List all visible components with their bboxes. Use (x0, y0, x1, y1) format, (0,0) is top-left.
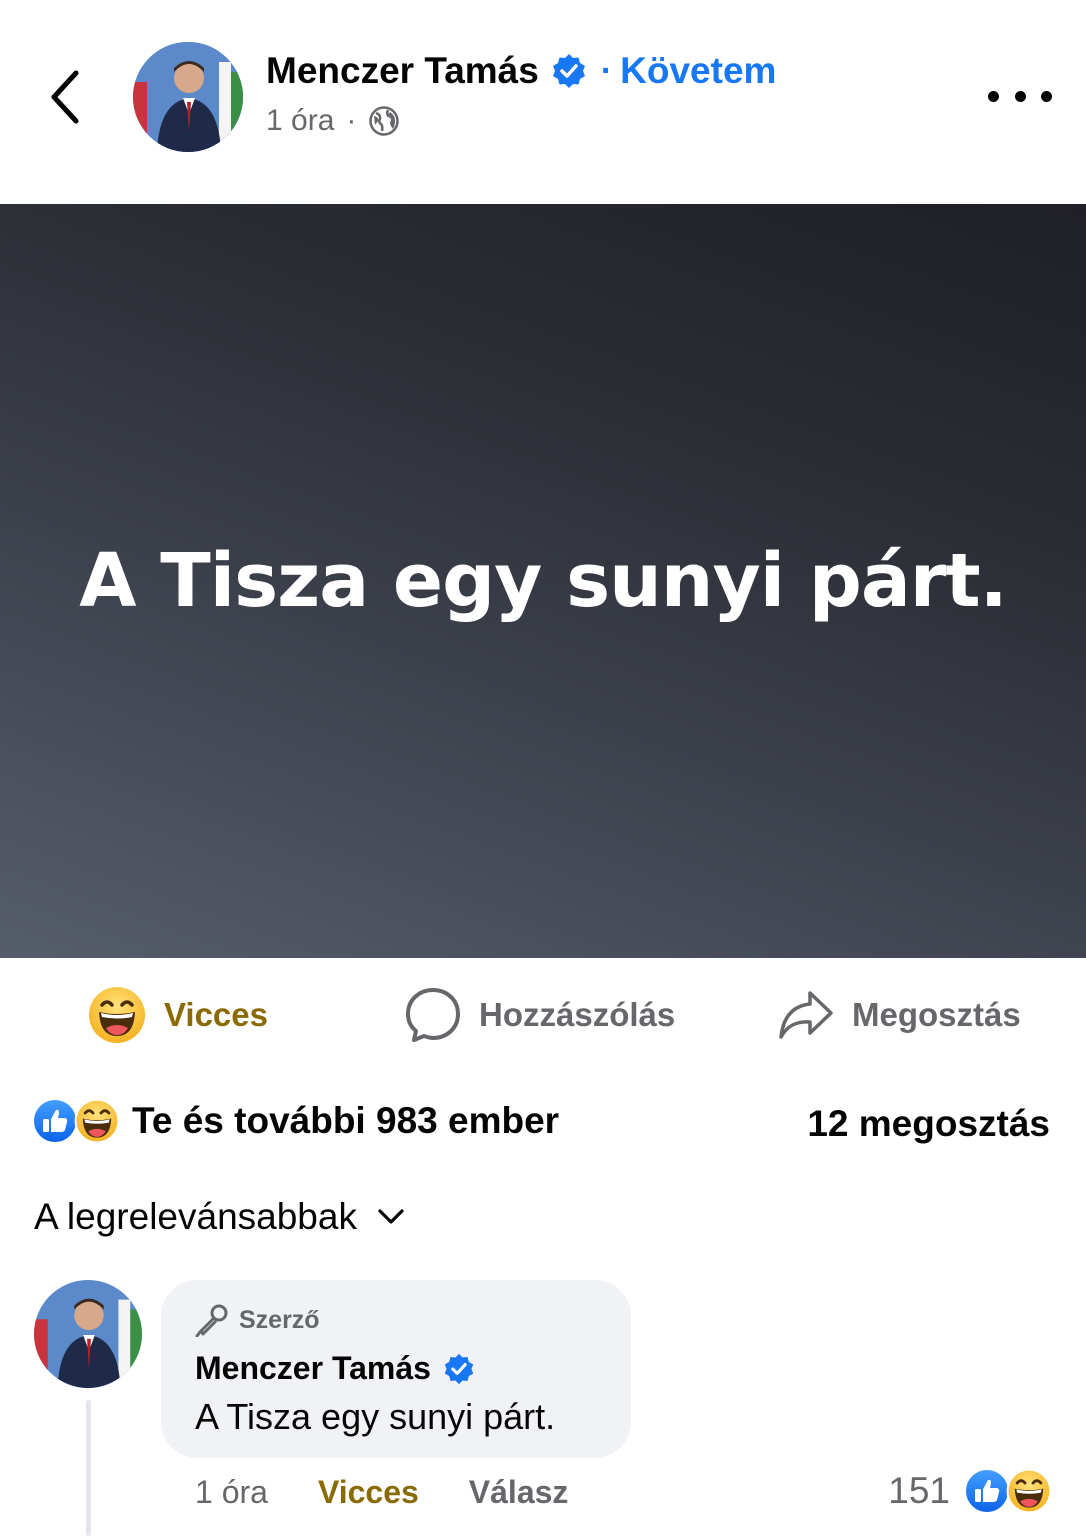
like-icon (964, 1468, 1010, 1514)
thread-line (86, 1400, 91, 1536)
reactions-text: Te és további 983 ember (132, 1100, 560, 1141)
sort-label: A legrelevánsabbak (34, 1196, 357, 1237)
shares-count[interactable]: 12 megosztás (807, 1103, 1050, 1145)
haha-emoji-icon (88, 986, 146, 1044)
comment-author-name[interactable]: Menczer Tamás (195, 1350, 431, 1387)
back-arrow-icon (51, 70, 79, 124)
haha-emoji-icon (74, 1098, 120, 1144)
microphone-icon (195, 1303, 229, 1337)
more-dot (1041, 90, 1052, 102)
follow-separator: · (600, 51, 613, 90)
comment-time[interactable]: 1 óra (195, 1474, 268, 1511)
comment-reply-button[interactable]: Válasz (469, 1474, 569, 1511)
share-icon (778, 989, 834, 1041)
comment-reactions[interactable]: 151 (888, 1468, 1064, 1514)
like-icon (32, 1098, 78, 1144)
comment-author: Menczer Tamás (195, 1350, 475, 1387)
more-options-button[interactable] (988, 78, 1052, 114)
reactions-summary[interactable]: Te és további 983 ember (32, 1098, 559, 1144)
haha-emoji-icon (1006, 1468, 1052, 1514)
author-badge: Szerző (195, 1303, 320, 1337)
post-time[interactable]: 1 óra (266, 104, 334, 138)
reaction-button[interactable]: Vicces (88, 985, 268, 1045)
comment-author-avatar[interactable] (34, 1280, 142, 1388)
share-button[interactable]: Megosztás (778, 985, 1021, 1045)
reaction-icons (32, 1098, 120, 1144)
comment-label: Hozzászólás (479, 996, 676, 1033)
author-header: Menczer Tamás · Követem (266, 50, 776, 92)
more-dot (988, 90, 999, 102)
comment-actions: 1 óra Vicces Válasz (195, 1474, 568, 1511)
post-meta: 1 óra · (266, 104, 400, 138)
back-button[interactable] (40, 62, 90, 132)
more-dot (1014, 90, 1026, 102)
comment-reaction-button[interactable]: Vicces (318, 1474, 419, 1511)
comment-text: A Tisza egy sunyi párt. (195, 1396, 556, 1437)
meta-separator: · (346, 104, 357, 137)
verified-icon (551, 53, 587, 89)
comment-reaction-count: 151 (888, 1470, 950, 1511)
reaction-label: Vicces (164, 996, 268, 1033)
author-name[interactable]: Menczer Tamás (266, 50, 539, 92)
share-label: Megosztás (852, 996, 1021, 1033)
comment-icon (405, 987, 461, 1043)
badge-label: Szerző (239, 1305, 320, 1334)
comment-reaction-icons (964, 1468, 1052, 1514)
verified-icon (443, 1353, 475, 1385)
comment-sort-dropdown[interactable]: A legrelevánsabbak (34, 1196, 405, 1238)
globe-icon (368, 105, 400, 137)
post-image-text: A Tisza egy sunyi párt. (79, 538, 1008, 624)
post-image[interactable]: A Tisza egy sunyi párt. (0, 204, 1086, 958)
chevron-down-icon (377, 1208, 405, 1226)
follow-button[interactable]: Követem (620, 50, 776, 92)
author-avatar[interactable] (133, 42, 243, 152)
comment-button[interactable]: Hozzászólás (405, 985, 675, 1045)
